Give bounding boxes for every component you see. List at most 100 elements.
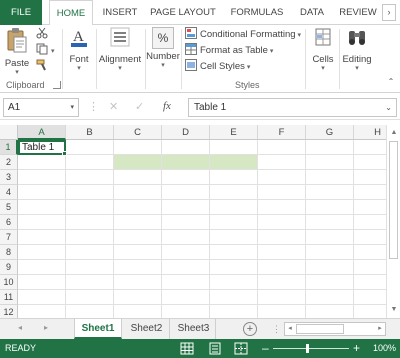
scroll-left-icon[interactable]: ◂ [285,323,295,335]
cell-a11[interactable] [18,290,66,305]
cell-b3[interactable] [66,170,114,185]
cell-d12[interactable] [162,305,210,318]
cell-d11[interactable] [162,290,210,305]
zoom-slider-handle[interactable] [306,344,309,353]
page-break-view-icon[interactable] [234,342,248,355]
cell-a7[interactable] [18,230,66,245]
editing-button[interactable]: Editing ▾ [340,27,374,73]
cell-f10[interactable] [258,275,306,290]
cell-d9[interactable] [162,260,210,275]
sheet-tab-sheet3[interactable]: Sheet3 [172,319,216,339]
cell-b10[interactable] [66,275,114,290]
cell-f7[interactable] [258,230,306,245]
cell-a10[interactable] [18,275,66,290]
cell-c8[interactable] [114,245,162,260]
resize-grip-icon[interactable]: ⋮ [88,100,99,113]
column-header-d[interactable]: D [162,125,210,140]
row-header-7[interactable]: 7 [0,230,18,245]
row-header-5[interactable]: 5 [0,200,18,215]
cell-h7[interactable] [354,230,386,245]
worksheet-grid[interactable]: ABCDEFGH 1 2 3 4 5 6 7 8 9 10 11 12 Table 1 [0,125,386,318]
next-sheet-icon[interactable]: ▸ [44,323,48,332]
cell-c7[interactable] [114,230,162,245]
cell-g2[interactable] [306,155,354,170]
enter-check-icon[interactable]: ✓ [135,100,144,113]
cell-a12[interactable] [18,305,66,318]
row-header-9[interactable]: 9 [0,260,18,275]
row-header-3[interactable]: 3 [0,170,18,185]
cell-b11[interactable] [66,290,114,305]
cell-a8[interactable] [18,245,66,260]
cell-c11[interactable] [114,290,162,305]
cell-a9[interactable] [18,260,66,275]
paste-button[interactable]: Paste ▾ [4,27,30,77]
clipboard-dialog-launcher[interactable] [53,81,61,89]
cell-h1[interactable] [354,140,386,155]
cell-c3[interactable] [114,170,162,185]
column-header-g[interactable]: G [306,125,354,140]
cell-e2[interactable] [210,155,258,170]
row-header-2[interactable]: 2 [0,155,18,170]
cell-f11[interactable] [258,290,306,305]
cell-h4[interactable] [354,185,386,200]
cell-a6[interactable] [18,215,66,230]
cell-g7[interactable] [306,230,354,245]
zoom-out-button[interactable]: – [262,341,269,355]
cell-f5[interactable] [258,200,306,215]
vertical-scroll-thumb[interactable] [389,141,398,259]
font-button[interactable]: A Font ▾ [66,27,92,73]
cell-a1[interactable]: Table 1 [18,140,66,155]
cell-f6[interactable] [258,215,306,230]
cell-e12[interactable] [210,305,258,318]
column-header-b[interactable]: B [66,125,114,140]
row-header-10[interactable]: 10 [0,275,18,290]
cell-b6[interactable] [66,215,114,230]
zoom-percent[interactable]: 100% [373,343,396,353]
row-header-12[interactable]: 12 [0,305,18,318]
cell-h9[interactable] [354,260,386,275]
cell-c12[interactable] [114,305,162,318]
cell-c5[interactable] [114,200,162,215]
cell-g3[interactable] [306,170,354,185]
cell-d8[interactable] [162,245,210,260]
cell-c2[interactable] [114,155,162,170]
cell-b5[interactable] [66,200,114,215]
cell-e9[interactable] [210,260,258,275]
scroll-down-icon[interactable]: ▼ [389,305,399,315]
cell-h11[interactable] [354,290,386,305]
copy-button[interactable]: ▾ [36,43,55,59]
cancel-icon[interactable]: ✕ [109,100,118,113]
cell-g8[interactable] [306,245,354,260]
cell-g5[interactable] [306,200,354,215]
cell-b7[interactable] [66,230,114,245]
cell-e7[interactable] [210,230,258,245]
cell-f3[interactable] [258,170,306,185]
fill-handle[interactable] [62,151,67,156]
cell-g10[interactable] [306,275,354,290]
format-painter-button[interactable] [36,59,51,75]
cell-e4[interactable] [210,185,258,200]
scroll-right-icon[interactable]: ▸ [375,323,385,335]
tab-split-grip-icon[interactable]: ⋮ [272,324,281,335]
number-button[interactable]: % Number ▾ [146,27,180,70]
cell-g12[interactable] [306,305,354,318]
cell-d10[interactable] [162,275,210,290]
scroll-up-icon[interactable]: ▲ [389,128,399,138]
cell-a5[interactable] [18,200,66,215]
cell-e10[interactable] [210,275,258,290]
vertical-scrollbar[interactable]: ▲ ▼ [386,125,400,318]
cell-g11[interactable] [306,290,354,305]
cell-h2[interactable] [354,155,386,170]
row-header-6[interactable]: 6 [0,215,18,230]
zoom-slider[interactable] [273,348,349,349]
cell-h6[interactable] [354,215,386,230]
cell-b12[interactable] [66,305,114,318]
row-header-4[interactable]: 4 [0,185,18,200]
cell-f1[interactable] [258,140,306,155]
cell-a3[interactable] [18,170,66,185]
cell-h3[interactable] [354,170,386,185]
cell-f2[interactable] [258,155,306,170]
cut-button[interactable] [36,27,51,43]
tab-data[interactable]: DATA [295,0,329,25]
insert-function-icon[interactable]: fx [163,100,171,112]
